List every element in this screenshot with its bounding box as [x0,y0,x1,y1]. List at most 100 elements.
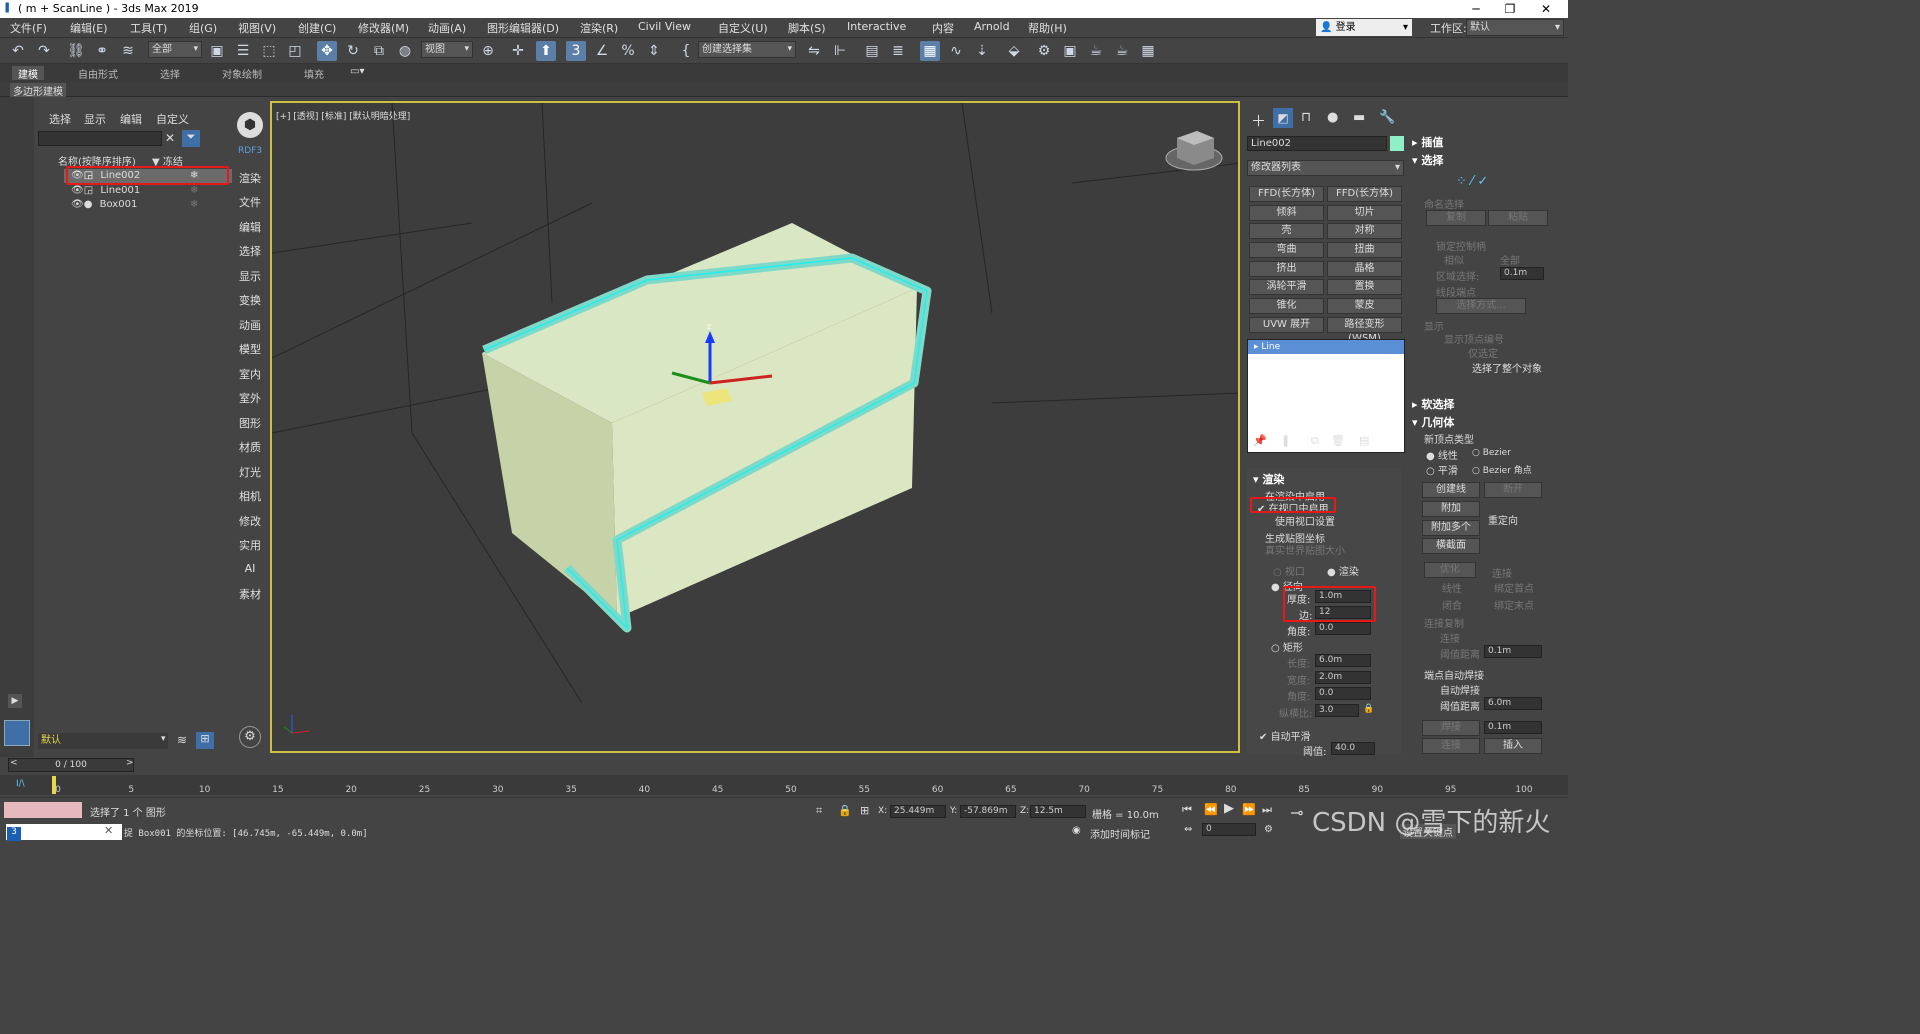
z-coord-field[interactable]: 12.5m [1030,805,1086,818]
explorer-menu-display[interactable]: 显示 [84,111,106,127]
reference-coord-dropdown[interactable]: 视图 [421,41,473,58]
explorer-menu-select[interactable]: 选择 [49,111,71,127]
select-by-name-icon[interactable]: ☰ [233,41,253,61]
mod-symmetry-button[interactable]: 对称 [1327,223,1402,239]
configure-modifier-sets-icon[interactable]: ▤ [1359,434,1369,447]
menu-rendering[interactable]: 渲染(R) [580,20,618,36]
prev-key-icon[interactable]: ⏪ [1204,803,1218,816]
expand-arrow-icon[interactable]: ▶ [8,694,22,708]
weld-threshold-spinner[interactable]: 6.0m [1484,697,1542,710]
mod-lattice-button[interactable]: 晶格 [1327,261,1402,277]
side-tab-shapes[interactable]: 图形 [232,415,268,431]
perspective-viewport[interactable]: [+] [透视] [标准] [默认明暗处理] z [270,101,1240,753]
mod-uvw-unwrap-button[interactable]: UVW 展开 [1249,317,1324,333]
align-icon[interactable]: ⊩ [830,41,850,61]
show-vertex-numbers-checkbox[interactable]: 显示顶点编号 [1444,331,1504,346]
length-spinner[interactable]: 6.0m [1315,654,1371,667]
reorient-checkbox[interactable]: 重定向 [1488,512,1518,527]
viewcube[interactable] [1165,131,1223,171]
side-tab-material[interactable]: 材质 [232,439,268,455]
side-tab-render[interactable]: 渲染 [232,170,268,186]
select-by-button[interactable]: 选择方式... [1436,298,1526,314]
select-object-icon[interactable]: ▣ [207,41,227,61]
menu-graph-editors[interactable]: 图形编辑器(D) [487,20,559,36]
cross-section-button[interactable]: 横截面 [1422,538,1480,554]
side-tab-display[interactable]: 显示 [232,268,268,284]
side-tab-exterior[interactable]: 室外 [232,390,268,406]
goto-start-icon[interactable]: ⏮ [1182,803,1192,817]
make-unique-icon[interactable]: ⧉ [1311,434,1319,448]
bind-last-checkbox[interactable]: 绑定末点 [1494,597,1534,612]
attach-button[interactable]: 附加 [1422,501,1480,517]
selection-filter-dropdown[interactable]: 全部 [148,41,202,58]
placement-icon[interactable]: ◍ [395,41,415,61]
percent-snap-icon[interactable]: % [618,41,638,61]
mod-displace-button[interactable]: 置换 [1327,279,1402,295]
next-key-icon[interactable]: ⏩ [1242,803,1256,816]
y-coord-field[interactable]: -57.869m [960,805,1016,818]
side-tab-select[interactable]: 选择 [232,243,268,259]
hierarchy-tab-icon[interactable]: ⊓ [1301,110,1311,125]
visibility-eye-icon[interactable]: 👁 [71,199,84,210]
rendered-frame-icon[interactable]: ▣ [1060,41,1080,61]
goto-end-icon[interactable]: ⏭ [1262,803,1272,817]
area-selection-spinner[interactable]: 0.1m [1500,267,1544,280]
all-radio[interactable]: 全部 [1500,252,1520,267]
mod-skin-button[interactable]: 蒙皮 [1327,298,1402,314]
modifier-list-dropdown[interactable]: 修改器列表 ▾ [1247,160,1404,176]
geometry-rollout-title[interactable]: ▾ 几何体 [1412,414,1454,430]
side-tab-utilities[interactable]: 实用 [232,537,268,553]
modify-tab-icon[interactable]: ◩ [1273,108,1293,128]
ribbon-tab-modeling[interactable]: 建模 [12,66,44,81]
width-spinner[interactable]: 2.0m [1315,671,1371,684]
filter-funnel-icon[interactable]: ⏷ [182,130,200,147]
redo-icon[interactable]: ↷ [34,41,54,61]
threshold-spinner[interactable]: 40.0 [1331,742,1375,755]
angle-snap-icon[interactable]: ∠ [592,41,612,61]
create-line-button[interactable]: 创建线 [1422,482,1480,498]
auto-weld-checkbox[interactable]: 自动焊接 [1440,682,1480,697]
insert-button[interactable]: 插入 [1484,738,1542,754]
ribbon-sub-polygon-modeling[interactable]: 多边形建模 [10,83,66,98]
curve-editor-icon[interactable]: ∿ [946,41,966,61]
real-world-size-checkbox[interactable]: 真实世界贴图大小 [1265,542,1345,557]
mod-path-deform-button[interactable]: 路径变形 (WSM) [1327,317,1402,344]
isolate-selection-icon[interactable]: ⌗ [816,804,822,818]
select-manipulate-icon[interactable]: ✛ [508,41,528,61]
menu-file[interactable]: 文件(F) [10,20,47,36]
mod-bend-button[interactable]: 弯曲 [1249,242,1324,258]
layer-dropdown[interactable]: 默认 [38,733,168,749]
bezier-corner-radio[interactable]: ○ Bezier 角点 [1472,463,1532,476]
mod-skew-button[interactable]: 倾斜 [1249,205,1324,221]
explorer-menu-customize[interactable]: 自定义 [156,111,189,127]
menu-interactive[interactable]: Interactive [847,20,906,33]
aspect-spinner[interactable]: 3.0 [1315,704,1359,717]
weld-spinner[interactable]: 0.1m [1484,721,1542,734]
layer-dropdown-arrow-icon[interactable]: ▾ [161,734,166,744]
next-frame-icon[interactable]: > [126,758,134,768]
side-tab-camera[interactable]: 相机 [232,488,268,504]
viewport-radio[interactable]: ○ 视口 [1273,563,1305,578]
login-dropdown[interactable]: 👤 登录 ▾ [1316,19,1412,36]
hierarchy-icon[interactable]: ⊞ [196,732,214,749]
area-selection-checkbox[interactable]: 区域选择: [1436,268,1479,283]
spinner-snap-icon[interactable]: ⇕ [644,41,664,61]
lock-aspect-icon[interactable]: 🔒 [1363,704,1374,714]
close-icon[interactable]: ✕ [1530,0,1562,18]
create-tab-icon[interactable]: ＋ [1251,110,1266,131]
render-gallery-icon[interactable]: ▦ [1138,41,1158,61]
freeze-icon[interactable]: ❄ [190,184,198,198]
menu-arnold[interactable]: Arnold [974,20,1010,33]
render-iterative-icon[interactable]: ☕ [1112,41,1132,61]
side-tab-assets[interactable]: 素材 [232,586,268,602]
settings-gear-icon[interactable]: ⚙ [239,726,261,748]
weld-button[interactable]: 焊接 [1422,720,1480,736]
time-slider[interactable]: 0 / 100 [8,758,134,772]
selection-lock-icon[interactable]: 🔒 [838,804,852,817]
explorer-search-input[interactable] [38,131,162,146]
mod-ffd-box-2-button[interactable]: FFD(长方体) [1327,186,1402,202]
ribbon-tab-freeform[interactable]: 自由形式 [72,66,124,81]
maximize-icon[interactable]: ❐ [1494,0,1526,18]
edit-named-selection-icon[interactable]: { [676,41,696,61]
menu-modifiers[interactable]: 修改器(M) [358,20,409,36]
